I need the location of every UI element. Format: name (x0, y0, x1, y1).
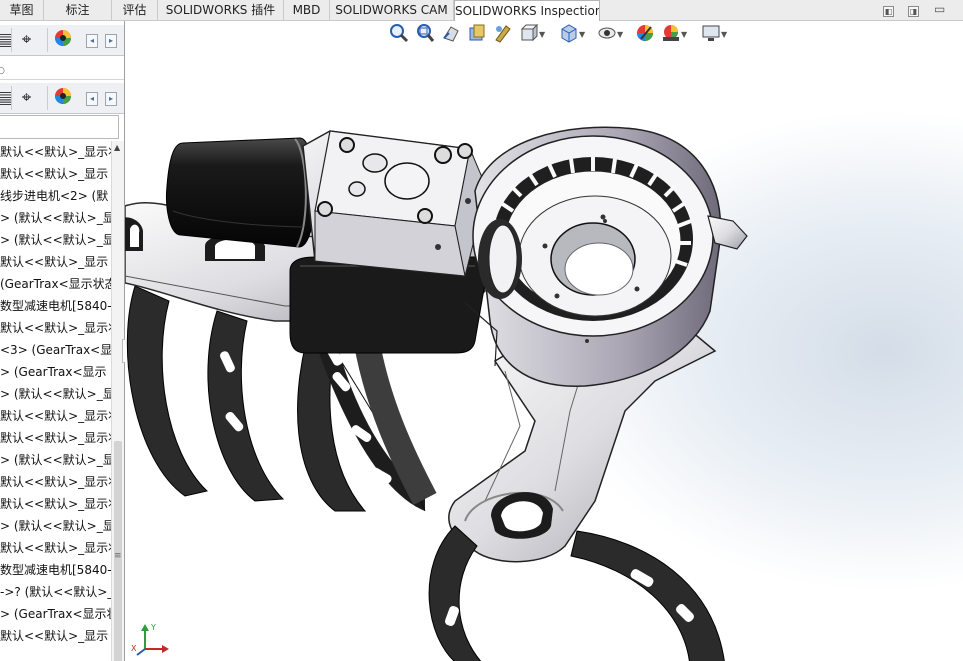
display-style-icon[interactable] (557, 23, 581, 47)
restore-icon[interactable]: ▭ (934, 3, 945, 16)
scroll-right-icon[interactable]: ▸ (105, 34, 117, 48)
tree-item[interactable]: 默认<<默认>_显示状 (0, 317, 112, 339)
appearance-icon[interactable] (47, 86, 77, 110)
chevron-down-icon[interactable]: ▼ (681, 30, 687, 39)
scroll-left-icon[interactable]: ◂ (86, 92, 98, 106)
chevron-down-icon[interactable]: ▼ (617, 30, 623, 39)
tree-item[interactable]: ->? (默认<<默认>_ (0, 581, 112, 603)
dim-xpert-icon[interactable]: ⌖ (11, 28, 41, 52)
feature-manager-panel: ▤ ⌖ ◂ ▸ ○ ▤ ⌖ ◂ ▸ 默认<<默认>_显示状 默认<<默认>_显示… (0, 21, 125, 661)
scroll-up-icon[interactable]: ▲ (114, 143, 120, 152)
tab-solidworks-addins[interactable]: SOLIDWORKS 插件 (158, 0, 284, 20)
tab-markup[interactable]: 标注 (44, 0, 112, 20)
collapse-right-icon[interactable]: ◨ (908, 6, 919, 17)
hide-show-items-icon[interactable] (595, 23, 619, 47)
tree-item[interactable]: > (默认<<默认>_显 (0, 207, 112, 229)
tree-item[interactable]: > (默认<<默认>_显 (0, 383, 112, 405)
tree-item[interactable]: 默认<<默认>_显示状 (0, 537, 112, 559)
tree-item[interactable]: > (GearTrax<显示状 (0, 603, 112, 625)
view-orientation-icon[interactable] (517, 23, 541, 47)
triad-x-label: X (131, 644, 137, 653)
apply-scene-icon[interactable] (659, 23, 683, 47)
3d-model[interactable] (125, 21, 963, 661)
graphics-viewport[interactable]: ▼ ▼ ▼ ▼ ▼ Y X (125, 21, 963, 661)
chevron-down-icon[interactable]: ▼ (721, 30, 727, 39)
command-manager-tabs: 草图 标注 评估 SOLIDWORKS 插件 MBD SOLIDWORKS CA… (0, 0, 963, 21)
dynamic-annotation-icon[interactable] (491, 23, 515, 47)
tree-item[interactable]: 线步进电机<2> (默 (0, 185, 108, 207)
section-view-icon[interactable] (465, 23, 489, 47)
tab-evaluate[interactable]: 评估 (112, 0, 158, 20)
tree-item[interactable]: 数型减速电机[5840-3 (0, 295, 112, 317)
collapse-left-icon[interactable]: ◧ (883, 6, 894, 17)
tab-sketch[interactable]: 草图 (0, 0, 44, 20)
tree-filter-input[interactable] (0, 115, 119, 139)
feature-tree: 默认<<默认>_显示状 默认<<默认>_显示 线步进电机<2> (默 > (默认… (0, 141, 112, 661)
scroll-left-icon[interactable]: ◂ (86, 34, 98, 48)
chevron-down-icon[interactable]: ▼ (579, 30, 585, 39)
panel-splitter[interactable]: ○ (0, 65, 124, 80)
panel-toolbar-top: ▤ ⌖ ◂ ▸ (0, 25, 124, 56)
tree-item[interactable]: 默认<<默认>_显示 (0, 625, 108, 647)
tab-mbd[interactable]: MBD (284, 0, 330, 20)
view-settings-icon[interactable] (699, 23, 723, 47)
tree-item[interactable]: 默认<<默认>_显示状 (0, 471, 112, 493)
edit-appearance-icon[interactable] (633, 23, 657, 47)
appearance-icon[interactable] (47, 28, 77, 52)
tree-item[interactable]: (GearTrax<显示状态 (0, 273, 112, 295)
tree-item[interactable]: > (GearTrax<显示 (0, 361, 107, 383)
tree-item[interactable]: > (默认<<默认>_显 (0, 515, 112, 537)
tree-item[interactable]: > (默认<<默认>_显 (0, 449, 112, 471)
chevron-down-icon[interactable]: ▼ (539, 30, 545, 39)
tab-solidworks-inspection[interactable]: SOLIDWORKS Inspection (454, 0, 600, 21)
dim-xpert-icon[interactable]: ⌖ (11, 86, 41, 110)
tree-item[interactable]: 默认<<默认>_显示状 (0, 493, 112, 515)
panel-toolbar-bottom: ▤ ⌖ ◂ ▸ (0, 83, 124, 114)
reference-triad: Y X (131, 623, 169, 656)
tree-scrollbar[interactable]: ▲ ≡ (111, 141, 124, 661)
scroll-right-icon[interactable]: ▸ (105, 92, 117, 106)
tree-item[interactable]: 默认<<默认>_显示 (0, 251, 108, 273)
tree-item[interactable]: > (默认<<默认>_显 (0, 229, 112, 251)
tab-solidworks-cam[interactable]: SOLIDWORKS CAM (330, 0, 454, 20)
triad-y-label: Y (150, 623, 156, 632)
grip-icon: ≡ (114, 551, 122, 561)
tree-item[interactable]: <3> (GearTrax<显 (0, 339, 112, 361)
tree-item[interactable]: 默认<<默认>_显示状 (0, 427, 112, 449)
tree-item[interactable]: 默认<<默认>_显示 (0, 163, 108, 185)
tree-item[interactable]: 数型减速电机[5840-3 (0, 559, 112, 581)
tree-item[interactable]: 默认<<默认>_显示状 (0, 141, 112, 163)
zoom-area-icon[interactable] (413, 23, 437, 47)
zoom-to-fit-icon[interactable] (387, 23, 411, 47)
tree-item[interactable]: 默认<<默认>_显示状 (0, 405, 112, 427)
previous-view-icon[interactable] (439, 23, 463, 47)
